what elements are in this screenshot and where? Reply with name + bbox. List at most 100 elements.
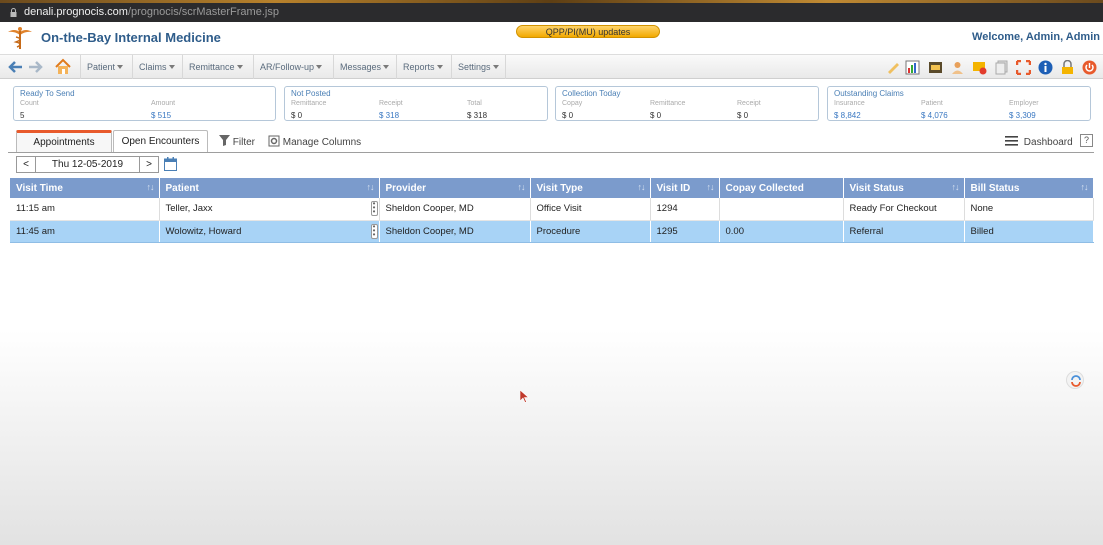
- menu-reports[interactable]: Reports: [396, 55, 449, 79]
- menu-claims-label: Claims: [139, 62, 167, 72]
- chevron-down-icon: [316, 65, 323, 69]
- menu-settings-label: Settings: [458, 62, 491, 72]
- filter-button[interactable]: Filter: [219, 135, 255, 148]
- date-field[interactable]: Thu 12-05-2019: [35, 157, 140, 172]
- forward-arrow-icon[interactable]: [27, 59, 43, 75]
- columns-gear-icon: [268, 135, 280, 147]
- menu-patient-label: Patient: [87, 62, 116, 72]
- column-header-bill-status[interactable]: Bill Status ↑↓: [964, 178, 1094, 198]
- outstanding-claims-title: Outstanding Claims: [834, 89, 904, 98]
- provider-cell: Sheldon Cooper, MD: [379, 198, 531, 221]
- hamburger-menu-icon: [1005, 136, 1018, 146]
- not-posted-card[interactable]: Not Posted Remittance $ 0 Receipt $ 318 …: [284, 86, 548, 121]
- caduceus-logo-icon: [8, 27, 32, 49]
- ready-to-send-card[interactable]: Ready To Send Count 5 Amount $ 515: [13, 86, 276, 121]
- pencil-icon[interactable]: [886, 60, 901, 75]
- chevron-down-icon: [436, 65, 443, 69]
- menu-remittance-label: Remittance: [189, 62, 235, 72]
- patient-cell[interactable]: Teller, Jaxx • • •: [159, 198, 380, 221]
- receipt-value: $ 318: [379, 111, 400, 120]
- menu-ar-follow-up-label: AR/Follow-up: [260, 62, 315, 72]
- appointments-table: Visit Time ↑↓ Patient ↑↓ Provider ↑↓ Visit …: [10, 178, 1094, 243]
- menu-settings[interactable]: Settings: [451, 55, 506, 79]
- remittance-value: $ 0: [650, 111, 662, 120]
- date-navigator: < Thu 12-05-2019 >: [16, 156, 159, 173]
- menu-messages[interactable]: Messages: [333, 55, 395, 79]
- back-arrow-icon[interactable]: [8, 59, 24, 75]
- dashboard-button[interactable]: Dashboard: [1005, 135, 1073, 148]
- remittance-value: $ 0: [291, 111, 303, 120]
- sort-arrows-icon[interactable]: ↑↓: [707, 182, 715, 192]
- column-label: Visit Type: [536, 182, 583, 194]
- message-alert-icon[interactable]: [972, 60, 987, 75]
- row-actions-icon[interactable]: • • •: [370, 222, 378, 239]
- column-header-visit-time[interactable]: Visit Time ↑↓: [10, 178, 160, 198]
- sort-arrows-icon[interactable]: ↑↓: [518, 182, 526, 192]
- column-header-visit-type[interactable]: Visit Type ↑↓: [530, 178, 651, 198]
- column-header-patient[interactable]: Patient ↑↓: [159, 178, 380, 198]
- column-header-visit-status[interactable]: Visit Status ↑↓: [843, 178, 965, 198]
- manage-columns-button[interactable]: Manage Columns: [268, 135, 361, 148]
- column-header-provider[interactable]: Provider ↑↓: [379, 178, 531, 198]
- chevron-down-icon: [383, 65, 390, 69]
- info-icon[interactable]: [1038, 60, 1053, 75]
- menu-patient[interactable]: Patient: [80, 55, 129, 79]
- chevron-down-icon: [117, 65, 124, 69]
- row-actions-icon[interactable]: • • •: [370, 200, 378, 216]
- sort-arrows-icon[interactable]: ↑↓: [638, 182, 646, 192]
- browser-url-bar[interactable]: denali.prognocis.com/prognocis/scrMaster…: [0, 3, 1103, 22]
- tab-appointments[interactable]: Appointments: [16, 130, 112, 152]
- tab-open-encounters[interactable]: Open Encounters: [113, 130, 208, 152]
- column-label: Copay Collected: [725, 182, 804, 194]
- power-icon[interactable]: [1082, 60, 1097, 75]
- ehr-icon[interactable]: [928, 60, 943, 75]
- sort-arrows-icon[interactable]: ↑↓: [952, 182, 960, 192]
- table-row[interactable]: 11:15 am Teller, Jaxx • • • Sheldon Cooper,…: [10, 198, 1094, 221]
- menu-ar-follow-up[interactable]: AR/Follow-up: [253, 55, 328, 79]
- sort-arrows-icon[interactable]: ↑↓: [147, 182, 155, 192]
- documents-icon[interactable]: [994, 60, 1009, 75]
- clinic-name: On-the-Bay Internal Medicine: [41, 30, 221, 45]
- collection-today-title: Collection Today: [562, 89, 621, 98]
- home-icon[interactable]: [54, 58, 72, 75]
- sort-arrows-icon[interactable]: ↑↓: [1081, 182, 1089, 192]
- bar-chart-icon[interactable]: [905, 60, 920, 75]
- remittance-label: Remittance: [291, 100, 327, 107]
- url-path: /prognocis/scrMasterFrame.jsp: [127, 6, 279, 18]
- help-button[interactable]: ?: [1080, 134, 1093, 147]
- column-label: Patient: [165, 182, 199, 194]
- visit-type-cell: Procedure: [530, 220, 651, 243]
- amount-label: Amount: [151, 100, 176, 107]
- copay-value: $ 0: [562, 111, 574, 120]
- column-label: Bill Status: [970, 182, 1020, 194]
- next-date-button[interactable]: >: [140, 157, 158, 172]
- menu-claims[interactable]: Claims: [132, 55, 181, 79]
- sort-arrows-icon[interactable]: ↑↓: [367, 182, 375, 192]
- visit-id-cell: 1294: [650, 198, 720, 221]
- url-domain: denali.prognocis.com: [24, 6, 128, 18]
- manage-columns-label: Manage Columns: [282, 137, 362, 148]
- menu-messages-label: Messages: [340, 62, 382, 72]
- user-doctor-icon[interactable]: [950, 60, 965, 75]
- table-row-selected[interactable]: 11:45 am Wolowitz, Howard • • • Sheldon Coo…: [10, 220, 1094, 243]
- employer-label: Employer: [1009, 100, 1039, 107]
- patient-cell[interactable]: Wolowitz, Howard • • •: [159, 220, 380, 243]
- column-header-visit-id[interactable]: Visit ID ↑↓: [650, 178, 720, 198]
- provider-cell: Sheldon Cooper, MD: [379, 220, 531, 243]
- bill-status-cell: None: [964, 198, 1094, 221]
- column-label: Visit Time: [16, 182, 63, 194]
- copay-label: Copay: [562, 100, 583, 107]
- patient-value: $ 4,076: [921, 111, 948, 120]
- outstanding-claims-card[interactable]: Outstanding Claims Insurance $ 8,842 Pat…: [827, 86, 1091, 121]
- updates-banner[interactable]: QPP/PI(MU) updates: [516, 25, 660, 38]
- menu-remittance[interactable]: Remittance: [182, 55, 249, 79]
- calendar-icon[interactable]: [164, 157, 177, 171]
- total-value: $ 318: [467, 111, 488, 120]
- collection-today-card[interactable]: Collection Today Copay $ 0 Remittance $ …: [555, 86, 819, 121]
- visit-time-cell: 11:15 am: [10, 198, 160, 221]
- lock-screen-icon[interactable]: [1060, 60, 1075, 75]
- patient-name: Teller, Jaxx: [165, 203, 213, 215]
- previous-date-button[interactable]: <: [17, 157, 35, 172]
- expand-icon[interactable]: [1016, 60, 1031, 75]
- refresh-widget[interactable]: [1066, 371, 1084, 389]
